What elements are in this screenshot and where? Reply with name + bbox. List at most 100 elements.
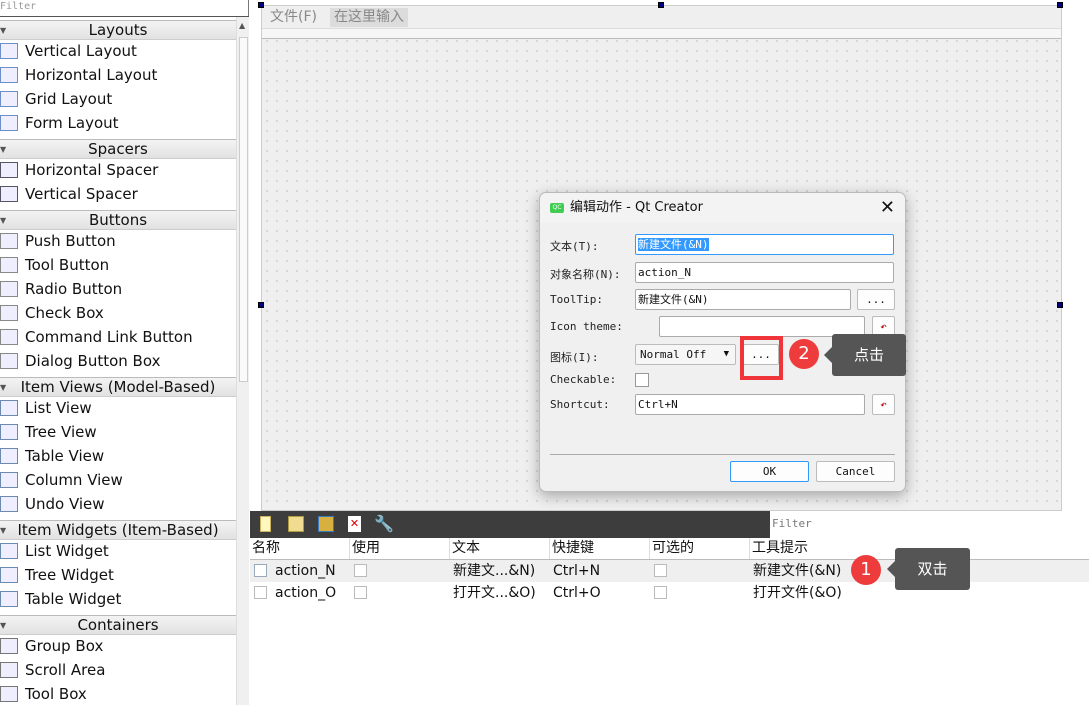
close-icon[interactable]: ✕ bbox=[880, 193, 895, 223]
widget-item[interactable]: Scroll Area bbox=[0, 658, 236, 682]
widget-item[interactable]: Tool Box bbox=[0, 682, 236, 706]
icon-placeholder bbox=[254, 586, 267, 599]
widget-item[interactable]: Horizontal Layout bbox=[0, 63, 236, 87]
widget-item[interactable]: Vertical Layout bbox=[0, 39, 236, 63]
widget-icon bbox=[0, 115, 18, 131]
checkable-checkbox[interactable] bbox=[654, 586, 667, 599]
widget-item-label: Horizontal Layout bbox=[25, 66, 158, 84]
delete-action-icon[interactable]: ✕ bbox=[348, 516, 361, 532]
text-input[interactable]: 新建文件(&N) bbox=[635, 234, 894, 255]
widget-item-label: Scroll Area bbox=[25, 661, 106, 679]
widget-item[interactable]: Command Link Button bbox=[0, 325, 236, 349]
widget-item-label: Check Box bbox=[25, 304, 104, 322]
resize-handle[interactable] bbox=[1057, 302, 1063, 308]
widget-item-label: Vertical Layout bbox=[25, 42, 137, 60]
reset-shortcut-icon[interactable]: ↶ bbox=[872, 394, 895, 415]
category-header[interactable]: ▼ Spacers bbox=[0, 139, 236, 159]
tooltip-more-button[interactable]: ... bbox=[857, 289, 895, 310]
category-header[interactable]: ▼ Item Widgets (Item-Based) bbox=[0, 520, 236, 540]
widget-icon bbox=[0, 448, 18, 464]
collapse-icon: ▼ bbox=[0, 383, 7, 392]
column-header[interactable]: 快捷键 bbox=[550, 538, 650, 559]
cancel-button[interactable]: Cancel bbox=[816, 461, 895, 482]
widget-item-label: Tree Widget bbox=[25, 566, 114, 584]
widget-item[interactable]: Tool Button bbox=[0, 253, 236, 277]
widget-item[interactable]: Tree Widget bbox=[0, 563, 236, 587]
category-label: Item Widgets (Item-Based) bbox=[17, 521, 219, 539]
shortcut-input[interactable]: Ctrl+N bbox=[635, 394, 865, 415]
column-header[interactable]: 名称 bbox=[250, 538, 350, 559]
form-menubar: 文件(F) 在这里输入 bbox=[262, 6, 1061, 29]
used-checkbox bbox=[354, 564, 367, 577]
action-filter-input[interactable]: Filter bbox=[770, 513, 1089, 535]
paste-action-icon[interactable] bbox=[318, 516, 334, 532]
widget-item-label: Group Box bbox=[25, 637, 104, 655]
form-toolbar bbox=[262, 29, 1061, 39]
widget-item-label: Dialog Button Box bbox=[25, 352, 161, 370]
widget-item[interactable]: Undo View bbox=[0, 492, 236, 516]
widget-filter-input[interactable]: Filter bbox=[0, 0, 249, 17]
widget-icon bbox=[0, 424, 18, 440]
widget-item[interactable]: Group Box bbox=[0, 634, 236, 658]
configure-icon[interactable]: 🔧 bbox=[374, 514, 394, 533]
menu-file[interactable]: 文件(F) bbox=[266, 8, 321, 27]
widget-item-label: Tree View bbox=[25, 423, 97, 441]
resize-handle[interactable] bbox=[258, 2, 264, 8]
column-header[interactable]: 使用 bbox=[350, 538, 450, 559]
widget-icon bbox=[0, 472, 18, 488]
object-name-input[interactable]: action_N bbox=[635, 262, 894, 283]
step-badge: 2 bbox=[789, 339, 819, 369]
icon-label: 图标(I): bbox=[550, 351, 599, 364]
action-text: 打开文...&O) bbox=[453, 585, 536, 601]
widget-item-label: Column View bbox=[25, 471, 123, 489]
category-header[interactable]: ▼ Item Views (Model-Based) bbox=[0, 377, 236, 397]
menu-type-here[interactable]: 在这里输入 bbox=[330, 8, 408, 27]
widget-box: Filter ▲ ▼ Layouts Vertical Layout Horizont… bbox=[0, 0, 249, 705]
widget-item[interactable]: Dialog Button Box bbox=[0, 349, 236, 373]
widget-item[interactable]: List Widget bbox=[0, 539, 236, 563]
widget-item[interactable]: Form Layout bbox=[0, 111, 236, 135]
widget-item[interactable]: Grid Layout bbox=[0, 87, 236, 111]
text-label: 文本(T): bbox=[550, 240, 599, 253]
ok-button[interactable]: OK bbox=[730, 461, 809, 482]
new-action-icon[interactable] bbox=[260, 516, 271, 532]
category-header[interactable]: ▼ Containers bbox=[0, 615, 236, 635]
widget-icon bbox=[0, 305, 18, 321]
widget-box-scrollbar[interactable]: ▲ bbox=[236, 17, 249, 705]
resize-handle[interactable] bbox=[658, 2, 664, 8]
checkable-checkbox[interactable] bbox=[654, 564, 667, 577]
widget-item[interactable]: List View bbox=[0, 396, 236, 420]
widget-item-label: List Widget bbox=[25, 542, 109, 560]
widget-item[interactable]: Radio Button bbox=[0, 277, 236, 301]
tooltip-input[interactable]: 新建文件(&N) bbox=[635, 289, 851, 310]
widget-item[interactable]: Tree View bbox=[0, 420, 236, 444]
widget-item[interactable]: Check Box bbox=[0, 301, 236, 325]
action-name: action_N bbox=[275, 563, 336, 579]
widget-item[interactable]: Column View bbox=[0, 468, 236, 492]
column-header[interactable]: 可选的 bbox=[650, 538, 750, 559]
checkable-checkbox[interactable] bbox=[635, 373, 649, 387]
copy-action-icon[interactable] bbox=[288, 516, 304, 532]
resize-handle[interactable] bbox=[1057, 2, 1063, 8]
divider bbox=[550, 454, 895, 455]
widget-icon bbox=[0, 281, 18, 297]
widget-icon bbox=[0, 91, 18, 107]
category-label: Buttons bbox=[88, 211, 148, 229]
widget-icon bbox=[0, 400, 18, 416]
collapse-icon: ▼ bbox=[0, 621, 7, 630]
widget-icon bbox=[0, 638, 18, 654]
category-header[interactable]: ▼ Buttons bbox=[0, 210, 236, 230]
widget-item[interactable]: Push Button bbox=[0, 229, 236, 253]
icon-mode-select[interactable]: Normal Off ▼ bbox=[635, 344, 736, 365]
widget-icon bbox=[0, 162, 18, 178]
column-header[interactable]: 文本 bbox=[450, 538, 550, 559]
action-shortcut: Ctrl+O bbox=[553, 585, 601, 601]
category-header[interactable]: ▼ Layouts bbox=[0, 20, 236, 40]
widget-item-label: Command Link Button bbox=[25, 328, 193, 346]
widget-item[interactable]: Horizontal Spacer bbox=[0, 158, 236, 182]
widget-icon bbox=[0, 233, 18, 249]
widget-item[interactable]: Table Widget bbox=[0, 587, 236, 611]
widget-item[interactable]: Table View bbox=[0, 444, 236, 468]
widget-item[interactable]: Vertical Spacer bbox=[0, 182, 236, 206]
resize-handle[interactable] bbox=[258, 302, 264, 308]
